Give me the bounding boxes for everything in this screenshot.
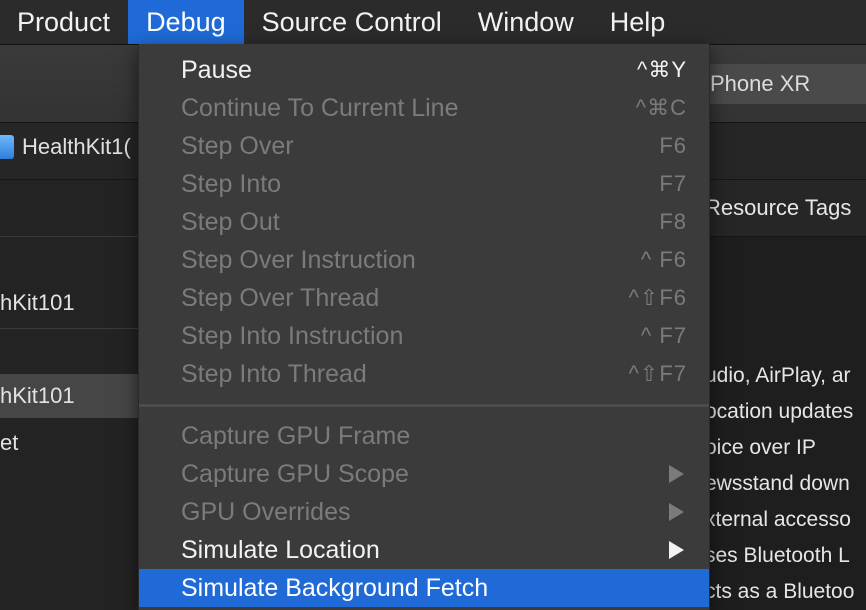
sidebar-item-extension[interactable]: et	[0, 430, 140, 456]
capability-option: xternal accesso	[705, 508, 851, 531]
project-file-icon	[0, 135, 14, 159]
menu-item-label: Pause	[181, 55, 252, 84]
menu-item-shortcut: F7	[659, 171, 687, 196]
capability-option: ewsstand down	[705, 472, 850, 495]
menu-item-label: Step Over	[181, 131, 294, 160]
menu-product[interactable]: Product	[0, 0, 128, 44]
capability-option: ocation updates	[705, 400, 854, 423]
sidebar-item-label: hKit101	[0, 290, 75, 315]
debug-menu: Pause ^⌘Y Continue To Current Line ^⌘C S…	[138, 44, 710, 610]
menu-item-label: Capture GPU Frame	[181, 421, 411, 450]
menu-item-capture-gpu-scope[interactable]: Capture GPU Scope	[139, 455, 709, 493]
sidebar-item-label: hKit101	[0, 383, 75, 408]
tab-label: Resource Tags	[705, 195, 852, 220]
menu-item-shortcut: ^ F6	[640, 247, 687, 272]
menu-source-control[interactable]: Source Control	[244, 0, 460, 44]
menu-item-step-into-thread[interactable]: Step Into Thread ^⇧F7	[139, 355, 709, 393]
menu-item-step-over-instruction[interactable]: Step Over Instruction ^ F6	[139, 241, 709, 279]
menu-item-label: Step Into	[181, 169, 282, 198]
menu-help[interactable]: Help	[592, 0, 684, 44]
sidebar-item-project[interactable]: hKit101	[0, 290, 140, 316]
menu-item-label: Simulate Location	[181, 535, 380, 564]
menu-item-step-out[interactable]: Step Out F8	[139, 203, 709, 241]
menu-debug[interactable]: Debug	[128, 0, 244, 44]
menu-item-label: Step Over Instruction	[181, 245, 416, 274]
menu-item-capture-gpu-frame[interactable]: Capture GPU Frame	[139, 417, 709, 455]
project-tab[interactable]: HealthKit1(	[0, 134, 131, 160]
menu-item-pause[interactable]: Pause ^⌘Y	[139, 51, 709, 89]
capability-option: cts as a Bluetoo	[705, 580, 855, 603]
menu-item-simulate-background-fetch[interactable]: Simulate Background Fetch	[139, 569, 709, 607]
menu-item-label: Simulate Background Fetch	[181, 573, 489, 602]
menu-item-label: Step Over Thread	[181, 283, 380, 312]
project-tab-label: HealthKit1(	[22, 134, 131, 159]
menu-item-step-into-instruction[interactable]: Step Into Instruction ^ F7	[139, 317, 709, 355]
menu-item-simulate-location[interactable]: Simulate Location	[139, 531, 709, 569]
submenu-arrow-icon	[669, 541, 684, 559]
menu-item-shortcut: ^⇧F7	[628, 361, 687, 386]
menu-item-label: Step Out	[181, 207, 280, 236]
capability-option: ses Bluetooth L	[705, 544, 850, 567]
sidebar-divider	[0, 236, 140, 237]
device-selector[interactable]: Phone XR	[700, 64, 866, 104]
menu-separator	[139, 404, 709, 407]
menu-bar: Product Debug Source Control Window Help	[0, 0, 866, 45]
menu-item-shortcut: F6	[659, 133, 687, 158]
submenu-arrow-icon	[669, 503, 684, 521]
menu-item-label: GPU Overrides	[181, 497, 351, 526]
screen: Phone XR HealthKit1( hKit101 hKit101 et …	[0, 0, 866, 610]
sidebar-divider	[0, 328, 140, 329]
submenu-arrow-icon	[669, 465, 684, 483]
menu-item-step-over[interactable]: Step Over F6	[139, 127, 709, 165]
capability-option: oice over IP	[705, 436, 816, 459]
device-selector-label: Phone XR	[710, 71, 811, 96]
menu-item-label: Step Into Instruction	[181, 321, 404, 350]
menu-item-shortcut: F8	[659, 209, 687, 234]
tab-resource-tags[interactable]: Resource Tags	[705, 180, 866, 237]
menu-window[interactable]: Window	[460, 0, 592, 44]
menu-item-continue-to-current-line[interactable]: Continue To Current Line ^⌘C	[139, 89, 709, 127]
menu-item-shortcut: ^⌘Y	[637, 57, 687, 82]
menu-item-shortcut: ^ F7	[640, 323, 687, 348]
menu-item-step-over-thread[interactable]: Step Over Thread ^⇧F6	[139, 279, 709, 317]
capability-option: udio, AirPlay, ar	[705, 364, 851, 387]
menu-item-label: Capture GPU Scope	[181, 459, 409, 488]
menu-item-shortcut: ^⌘C	[635, 95, 687, 120]
menu-item-gpu-overrides[interactable]: GPU Overrides	[139, 493, 709, 531]
menu-item-label: Continue To Current Line	[181, 93, 459, 122]
sidebar-item-target[interactable]: hKit101	[0, 374, 140, 418]
menu-item-shortcut: ^⇧F6	[628, 285, 687, 310]
menu-item-step-into[interactable]: Step Into F7	[139, 165, 709, 203]
sidebar-item-label: et	[0, 430, 19, 455]
menu-item-label: Step Into Thread	[181, 359, 367, 388]
